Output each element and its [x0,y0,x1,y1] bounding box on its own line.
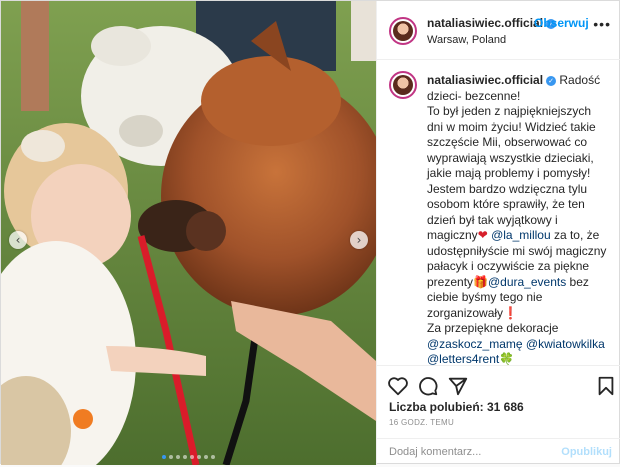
action-bar: Liczba polubień: 31 686 16 GODZ. TEMU Do… [377,365,620,466]
mention-link[interactable]: @letters4rent [427,352,499,365]
chevron-right-icon: › [356,233,362,247]
verified-icon: ✓ [546,75,557,86]
carousel-next-button[interactable]: › [350,231,368,249]
instagram-post: ‹ › nataliasiwiec.official ✓ Obserwuj War… [0,0,620,465]
caption-body: Radość dzieci- bezcenne! To był jeden z n… [427,73,606,365]
caption-username-link[interactable]: nataliasiwiec.official ✓ [427,73,557,87]
more-options-icon[interactable]: ••• [593,16,611,32]
post-header: nataliasiwiec.official ✓ Obserwuj Warsaw,… [377,1,620,60]
photo-illustration [1,1,376,465]
mention-link[interactable]: @zaskocz_mamę [427,337,523,351]
avatar[interactable] [389,17,417,45]
carousel-dot [204,455,208,459]
mention-link[interactable]: @la_millou [488,228,551,242]
carousel-dot [162,455,166,459]
carousel-prev-button[interactable]: ‹ [9,231,27,249]
carousel-dot [190,455,194,459]
chevron-left-icon: ‹ [15,233,21,247]
comments-area[interactable]: nataliasiwiec.official ✓ Radość dzieci- b… [377,59,620,365]
carousel-dot [176,455,180,459]
carousel-dot [169,455,173,459]
likes-count[interactable]: Liczba polubień: 31 686 [389,400,524,414]
caption-text-segment: To był jeden z najpiękniejszych dni w mo… [427,104,596,180]
post-timestamp[interactable]: 16 GODZ. TEMU [389,418,454,427]
exclamation-emoji-icon: ❗ [503,305,518,320]
gift-emoji-icon: 🎁 [473,274,488,289]
clover-emoji-icon: 🍀 [499,352,515,365]
comment-input[interactable]: Dodaj komentarz... [389,446,481,458]
heart-emoji-icon: ❤ [477,228,488,242]
carousel-dot [197,455,201,459]
post-sidebar: nataliasiwiec.official ✓ Obserwuj Warsaw,… [376,1,620,465]
post-photo[interactable]: ‹ › [1,1,376,465]
follow-button[interactable]: Obserwuj [534,16,589,30]
mention-link[interactable]: @dura_events [488,275,566,289]
avatar[interactable] [389,71,417,99]
location-link[interactable]: Warsaw, Poland [427,34,506,46]
publish-button[interactable]: Opublikuj [561,446,612,458]
bookmark-icon[interactable] [595,375,617,397]
heart-outline-icon[interactable] [387,375,409,397]
add-comment-bar: Dodaj komentarz... Opublikuj [377,438,620,467]
caption-text: nataliasiwiec.official ✓ Radość dzieci- b… [427,73,607,365]
carousel-indicator [1,455,376,459]
mention-link[interactable]: @kwiatowkilka [526,337,605,351]
carousel-dot [183,455,187,459]
comment-icon[interactable] [417,375,439,397]
carousel-dot [211,455,215,459]
caption-text-segment: Za przepiękne dekoracje [427,321,559,335]
paper-plane-icon[interactable] [447,375,469,397]
